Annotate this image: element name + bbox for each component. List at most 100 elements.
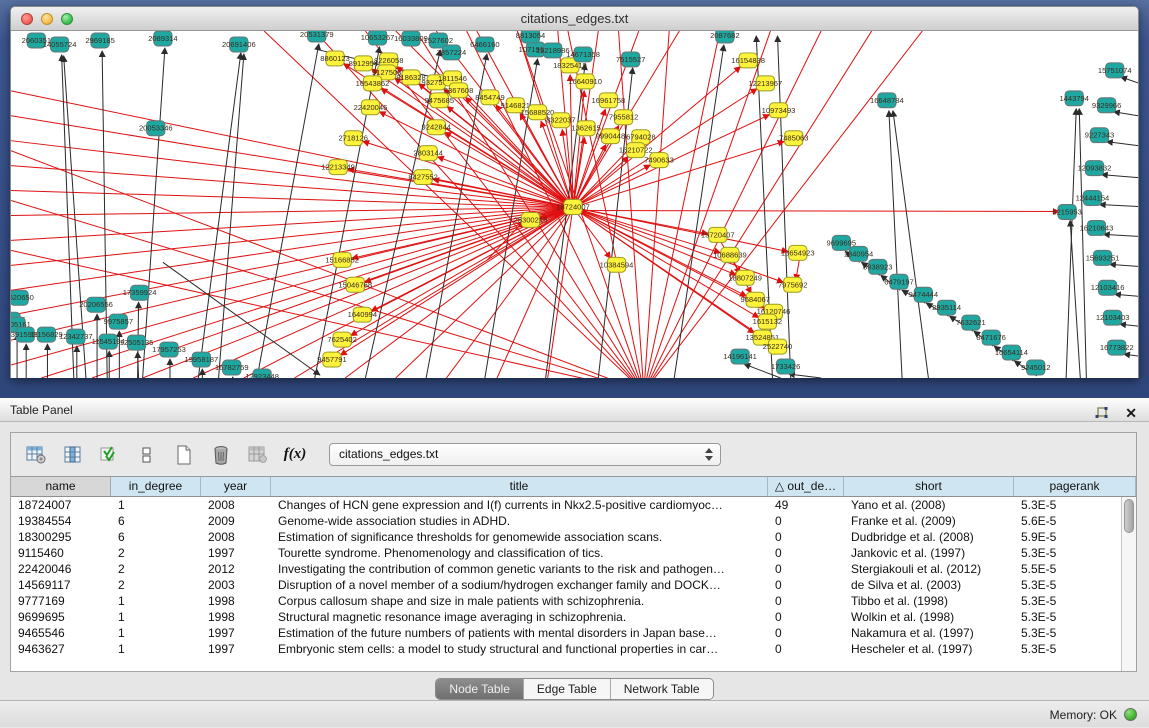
- network-node[interactable]: 2087682: [710, 31, 739, 43]
- table-cell[interactable]: Structural magnetic resonance image aver…: [271, 609, 768, 625]
- network-node[interactable]: 10384594: [600, 257, 634, 272]
- table-cell[interactable]: 5.3E-5: [1014, 625, 1121, 641]
- network-node[interactable]: 8860123: [320, 51, 349, 66]
- close-window-button[interactable]: [21, 13, 33, 25]
- table-row[interactable]: 1830029562008Estimation of significance …: [11, 529, 1136, 545]
- network-node[interactable]: 16543862: [356, 76, 390, 91]
- table-scrollbar[interactable]: [1121, 497, 1136, 671]
- network-node[interactable]: 16648784: [870, 93, 904, 108]
- network-node[interactable]: 8427552: [408, 170, 437, 185]
- column-header-in_degree[interactable]: in_degree: [111, 477, 201, 496]
- table-row[interactable]: 911546021997Tourette syndrome. Phenomeno…: [11, 545, 1136, 561]
- table-cell[interactable]: 18300295: [11, 529, 111, 545]
- network-canvas[interactable]: 1872400725300215886012389129548226058912…: [11, 31, 1138, 378]
- table-cell[interactable]: Embryonic stem cells: a model to study s…: [271, 641, 768, 657]
- table-row[interactable]: 977716911998Corpus callosum shape and si…: [11, 593, 1136, 609]
- table-cell[interactable]: 1997: [201, 625, 271, 641]
- network-node[interactable]: 16154838: [731, 53, 765, 68]
- table-row[interactable]: 1456911722003Disruption of a novel membe…: [11, 577, 1136, 593]
- network-node[interactable]: 16773822: [1100, 340, 1134, 355]
- network-node[interactable]: 12093832: [1078, 161, 1112, 176]
- network-node[interactable]: 9242844: [422, 120, 451, 135]
- table-row[interactable]: 946362711997Embryonic stem cells: a mode…: [11, 641, 1136, 657]
- network-node[interactable]: 1615132: [753, 314, 782, 329]
- table-cell[interactable]: 1: [111, 497, 201, 513]
- table-cell[interactable]: 2012: [201, 561, 271, 577]
- table-cell[interactable]: 1998: [201, 609, 271, 625]
- table-row[interactable]: 1938455462009Genome-wide association stu…: [11, 513, 1136, 529]
- table-cell[interactable]: Genome-wide association studies in ADHD.: [271, 513, 768, 529]
- table-cell[interactable]: 0: [768, 577, 844, 593]
- table-cell[interactable]: 9115460: [11, 545, 111, 561]
- network-node[interactable]: 9990448: [596, 129, 625, 144]
- table-cell[interactable]: 5.6E-5: [1014, 513, 1121, 529]
- tab-network-table[interactable]: Network Table: [611, 679, 713, 699]
- network-node[interactable]: 22420046: [354, 100, 388, 115]
- table-cell[interactable]: Investigating the contribution of common…: [271, 561, 768, 577]
- table-cell[interactable]: 9777169: [11, 593, 111, 609]
- network-node[interactable]: 1443794: [1059, 91, 1088, 106]
- network-node[interactable]: 12213967: [749, 76, 783, 91]
- table-cell[interactable]: Franke et al. (2009): [844, 513, 1014, 529]
- network-node[interactable]: 7955812: [609, 110, 638, 125]
- network-node[interactable]: 7625402: [327, 332, 356, 347]
- table-cell[interactable]: Estimation of the future numbers of pati…: [271, 625, 768, 641]
- table-settings-icon[interactable]: [25, 444, 47, 466]
- table-cell[interactable]: 2: [111, 561, 201, 577]
- network-node[interactable]: 2969185: [85, 33, 114, 48]
- function-builder-icon[interactable]: f(x): [284, 444, 306, 466]
- network-node[interactable]: 8938923: [863, 259, 892, 274]
- table-cell[interactable]: 0: [768, 561, 844, 577]
- table-cell[interactable]: 6: [111, 529, 201, 545]
- table-cell[interactable]: de Silva et al. (2003): [844, 577, 1014, 593]
- delete-table-icon[interactable]: [210, 444, 232, 466]
- network-node[interactable]: 20691406: [222, 37, 256, 52]
- table-cell[interactable]: 9465546: [11, 625, 111, 641]
- network-node[interactable]: 20531379: [300, 31, 334, 42]
- table-cell[interactable]: 14569117: [11, 577, 111, 593]
- network-node[interactable]: 12103403: [1096, 310, 1130, 325]
- table-scrollbar-thumb[interactable]: [1124, 499, 1134, 533]
- network-node[interactable]: 12923448: [245, 369, 279, 378]
- table-cell[interactable]: 5.3E-5: [1014, 593, 1121, 609]
- table-cell[interactable]: 1: [111, 593, 201, 609]
- column-header-short[interactable]: short: [844, 477, 1014, 496]
- network-node[interactable]: 9474444: [909, 287, 938, 302]
- network-node[interactable]: 1840954: [844, 246, 873, 261]
- table-cell[interactable]: 0: [768, 593, 844, 609]
- table-cell[interactable]: 49: [768, 497, 844, 513]
- table-cell[interactable]: 1997: [201, 545, 271, 561]
- table-cell[interactable]: 6: [111, 513, 201, 529]
- table-cell[interactable]: 2: [111, 545, 201, 561]
- table-cell[interactable]: 5.3E-5: [1014, 497, 1121, 513]
- network-node[interactable]: 12103416: [1091, 280, 1125, 295]
- network-node[interactable]: 10653267: [361, 31, 395, 45]
- network-node[interactable]: 16640910: [568, 74, 602, 89]
- table-cell[interactable]: 9463627: [11, 641, 111, 657]
- network-window[interactable]: citations_edges.txt 18724007253002158860…: [10, 6, 1139, 378]
- column-header-title[interactable]: title: [271, 477, 768, 496]
- network-node[interactable]: 16210643: [1080, 220, 1114, 235]
- network-node[interactable]: 12213349: [321, 160, 355, 175]
- network-node[interactable]: 7857224: [437, 45, 466, 60]
- table-cell[interactable]: 0: [768, 513, 844, 529]
- table-cell[interactable]: 0: [768, 641, 844, 657]
- network-node[interactable]: 12505135: [120, 335, 154, 350]
- network-node[interactable]: 18807249: [728, 270, 762, 285]
- network-node[interactable]: 10654114: [995, 345, 1028, 360]
- network-node[interactable]: 12342737: [59, 329, 93, 344]
- network-node[interactable]: 9329966: [1092, 98, 1121, 113]
- table-cell[interactable]: 1: [111, 609, 201, 625]
- table-cell[interactable]: 2: [111, 577, 201, 593]
- network-node[interactable]: 20053346: [139, 121, 173, 136]
- network-node[interactable]: 17359924: [123, 285, 157, 300]
- network-node[interactable]: 8215953: [1052, 205, 1081, 220]
- network-node[interactable]: 15751074: [1098, 63, 1132, 78]
- table-cell[interactable]: Stergiakouli et al. (2012): [844, 561, 1014, 577]
- table-cell[interactable]: 5.3E-5: [1014, 545, 1121, 561]
- network-node[interactable]: 16961758: [592, 93, 626, 108]
- network-node[interactable]: 8471676: [976, 330, 1005, 345]
- table-cell[interactable]: 0: [768, 625, 844, 641]
- table-row[interactable]: 946554611997Estimation of the future num…: [11, 625, 1136, 641]
- table-cell[interactable]: Hescheler et al. (1997): [844, 641, 1014, 657]
